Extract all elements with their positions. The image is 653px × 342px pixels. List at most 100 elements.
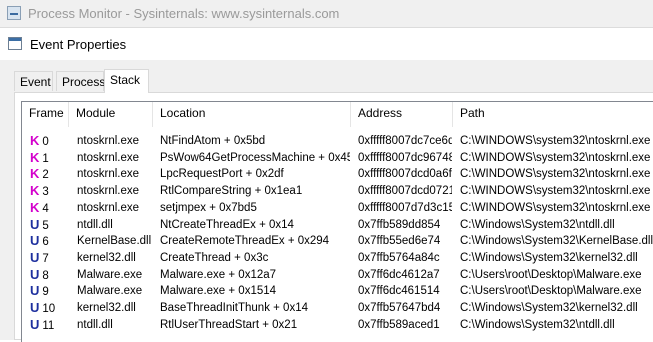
path-cell: C:\WINDOWS\system32\ntoskrnl.exe [460,151,651,164]
module-cell: KernelBase.dll [77,235,152,248]
path-cell: C:\WINDOWS\system32\ntoskrnl.exe [460,135,651,147]
location-cell: RtlUserThreadStart + 0x21 [160,318,298,331]
address-cell: 0xfffff8007dcd0721 [358,185,452,198]
path-cell: C:\Users\root\Desktop\Malware.exe [460,285,642,298]
app-title: Process Monitor - Sysinternals: www.sysi… [28,6,340,21]
user-mode-icon: U [30,249,40,265]
location-cell: LpcRequestPort + 0x2df [160,168,284,181]
module-cell: ntoskrnl.exe [77,168,140,181]
list-header: Frame Module Location Address Path [22,102,653,127]
table-row[interactable]: U 11 ntdll.dll RtlUserThreadStart + 0x21 0x7… [22,317,653,333]
path-cell: C:\Windows\System32\KernelBase.dll [460,235,653,248]
user-mode-icon: U [30,316,40,332]
dialog-title: Event Properties [30,37,127,52]
path-cell: C:\WINDOWS\system32\ntoskrnl.exe [460,185,651,198]
kernel-mode-icon: K [30,166,40,182]
kernel-mode-icon: K [30,183,40,199]
frame-index: 11 [42,319,55,332]
frame-cell: U5 [30,217,70,233]
location-cell: NtFindAtom + 0x5bd [160,135,266,147]
column-header-address[interactable]: Address [351,102,453,127]
address-cell: 0xfffff8007d7d3c15 [358,201,452,214]
dialog-body: Event Process Stack Frame Module Locatio… [0,60,653,342]
address-cell: 0xfffff8007dc7ce6d [358,135,452,147]
location-cell: Malware.exe + 0x1514 [160,285,277,298]
table-row[interactable]: U 5 ntdll.dll NtCreateThreadEx + 0x14 0x7ffb… [22,217,653,233]
frame-index: 4 [42,202,49,215]
module-cell: ntdll.dll [77,318,113,331]
table-row[interactable]: K 4 ntoskrnl.exe setjmpex + 0x7bd5 0xfffff80… [22,200,653,216]
tab-event[interactable]: Event [14,71,53,91]
frame-cell: K3 [30,183,70,199]
table-row[interactable]: K 2 ntoskrnl.exe LpcRequestPort + 0x2df 0xff… [22,166,653,182]
frame-index: 8 [42,269,49,282]
user-mode-icon: U [30,216,40,232]
frame-cell: K4 [30,200,70,216]
user-mode-icon: U [30,233,40,249]
module-cell: ntoskrnl.exe [77,185,140,198]
column-header-module[interactable]: Module [69,102,153,127]
kernel-mode-icon: K [30,149,40,165]
module-cell: ntoskrnl.exe [77,201,140,214]
frame-cell: K1 [30,150,70,166]
module-cell: ntoskrnl.exe [77,151,140,164]
module-cell: ntoskrnl.exe [77,135,140,147]
location-cell: RtlCompareString + 0x1ea1 [160,185,303,198]
frame-index: 10 [42,303,56,315]
stack-list[interactable]: Frame Module Location Address Path K 0 nto… [21,101,653,342]
window-icon [8,37,22,50]
column-header-location[interactable]: Location [153,102,351,127]
column-header-path[interactable]: Path [453,102,653,127]
location-cell: CreateRemoteThreadEx + 0x294 [160,235,330,248]
frame-cell: U8 [30,267,70,283]
location-cell: CreateThread + 0x3c [160,251,269,264]
dialog-titlebar[interactable]: Event Properties [0,28,653,60]
frame-index: 2 [42,169,49,182]
frame-index: 7 [42,252,49,265]
location-cell: PsWow64GetProcessMachine + 0x458 [160,151,350,164]
table-row[interactable]: K 1 ntoskrnl.exe PsWow64GetProcessMachine +… [22,150,653,166]
user-mode-icon: U [30,300,40,315]
address-cell: 0xfffff8007dcd0a6f [358,168,452,181]
user-mode-icon: U [30,266,40,282]
module-cell: kernel32.dll [77,251,136,264]
frame-cell: U 11 [30,317,70,333]
table-row[interactable]: U 8 Malware.exe Malware.exe + 0x12a7 0x7ff6d… [22,267,653,283]
module-cell: Malware.exe [77,285,143,298]
process-monitor-icon [7,6,21,20]
location-cell: BaseThreadInitThunk + 0x14 [160,302,308,314]
frame-cell: K0 [30,133,70,149]
process-monitor-titlebar: Process Monitor - Sysinternals: www.sysi… [0,0,653,28]
address-cell: 0x7ffb5764a84c [358,251,440,264]
table-row[interactable]: U 9 Malware.exe Malware.exe + 0x1514 0x7ff6d… [22,283,653,299]
path-cell: C:\Windows\System32\ntdll.dll [460,318,615,331]
table-row[interactable]: U 10 kernel32.dll BaseThreadInitThunk + 0x1… [22,300,653,316]
frame-index: 3 [42,186,49,199]
table-row[interactable]: K 3 ntoskrnl.exe RtlCompareString + 0x1ea1 0… [22,183,653,199]
path-cell: C:\Windows\System32\kernel32.dll [460,251,638,264]
location-cell: NtCreateThreadEx + 0x14 [160,218,294,231]
address-cell: 0x7ffb57647bd4 [358,302,441,314]
table-row[interactable]: U 6 KernelBase.dll CreateRemoteThreadEx + 0… [22,233,653,249]
frame-index: 0 [42,136,49,148]
frame-cell: K2 [30,166,70,182]
frame-index: 9 [42,286,49,299]
address-cell: 0xfffff8007dc96748 [358,151,452,164]
address-cell: 0x7ff6dc461514 [358,285,440,298]
column-header-frame[interactable]: Frame [22,102,69,127]
table-row[interactable]: K 0 ntoskrnl.exe NtFindAtom + 0x5bd 0xfffff8… [22,133,653,149]
path-cell: C:\Windows\System32\kernel32.dll [460,302,638,314]
location-cell: Malware.exe + 0x12a7 [160,268,277,281]
address-cell: 0x7ffb589aced1 [358,318,440,331]
path-cell: C:\WINDOWS\system32\ntoskrnl.exe [460,201,651,214]
stack-tab-panel: Frame Module Location Address Path K 0 nto… [14,92,653,342]
table-row[interactable]: U 7 kernel32.dll CreateThread + 0x3c 0x7ffb5… [22,250,653,266]
frame-index: 1 [42,152,49,165]
kernel-mode-icon: K [30,199,40,215]
tab-process[interactable]: Process [56,71,105,91]
module-cell: ntdll.dll [77,218,113,231]
path-cell: C:\WINDOWS\system32\ntoskrnl.exe [460,168,651,181]
module-cell: kernel32.dll [77,302,136,314]
frame-cell: U 10 [30,300,70,316]
tab-stack[interactable]: Stack [104,69,149,93]
